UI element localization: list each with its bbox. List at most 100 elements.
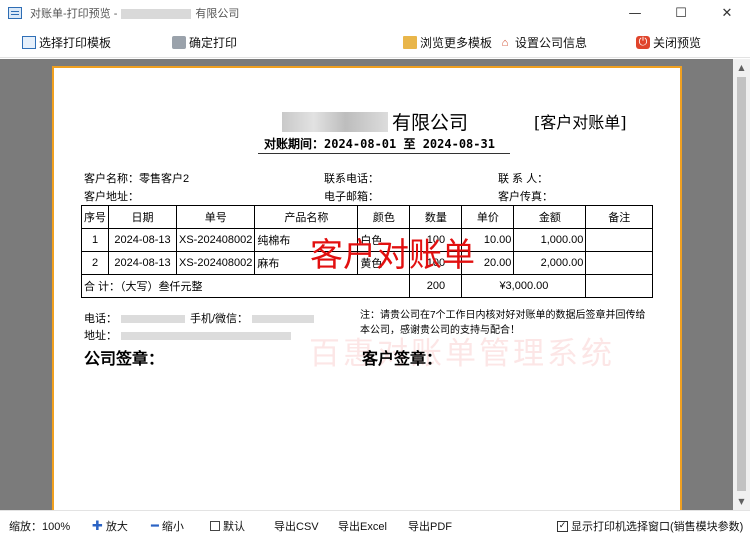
customer-name-value: 零售客户2 bbox=[139, 173, 190, 185]
period-underline bbox=[258, 153, 510, 154]
cell-remark bbox=[585, 228, 653, 252]
confirm-print-button[interactable]: 确定打印 bbox=[172, 34, 237, 51]
footer-address-label: 地址： bbox=[84, 330, 117, 342]
company-info-button[interactable]: ⌂ 设置公司信息 bbox=[498, 34, 587, 51]
cell-amount: 1,000.00 bbox=[513, 228, 587, 252]
window-title-suffix: 有限公司 bbox=[195, 8, 240, 20]
footer-phone-field: 电话： bbox=[84, 310, 185, 326]
window-controls: — ☐ ✕ bbox=[612, 0, 750, 26]
total-remark bbox=[585, 274, 653, 298]
show-printer-dialog-checkbox[interactable]: ✓ 显示打印机选择窗口(销售模块参数) bbox=[557, 518, 743, 534]
total-label: 合 计：（大写）叁仟元整 bbox=[80, 274, 411, 298]
print-page: 有限公司 [客户对账单] 对账期间：2024-08-01 至 2024-08-3… bbox=[52, 66, 682, 510]
scroll-up-arrow-icon[interactable]: ▲ bbox=[733, 59, 750, 76]
show-printer-dialog-label: 显示打印机选择窗口(销售模块参数) bbox=[571, 521, 744, 533]
table-total-row: 合 计：（大写）叁仟元整 200 ¥3,000.00 bbox=[80, 274, 653, 298]
default-zoom-button[interactable]: 默认 bbox=[210, 518, 245, 534]
app-icon bbox=[8, 7, 22, 19]
customer-name-label: 客户名称： bbox=[84, 173, 139, 185]
statement-period: 对账期间：2024-08-01 至 2024-08-31 bbox=[264, 137, 495, 151]
footer-mobile-field: 手机/微信： bbox=[190, 310, 315, 326]
col-header-price: 单价 bbox=[461, 205, 515, 229]
title-bar: 对账单-打印预览 - 有限公司 — ☐ ✕ bbox=[0, 0, 750, 26]
cell-date: 2024-08-13 bbox=[108, 228, 177, 252]
zoom-in-button[interactable]: ✚ 放大 bbox=[92, 518, 128, 534]
default-zoom-label: 默认 bbox=[223, 521, 245, 533]
maximize-button[interactable]: ☐ bbox=[658, 0, 704, 26]
status-bar: 缩放：100% ✚ 放大 ━ 缩小 默认 导出CSV 导出Excel 导出PDF… bbox=[0, 510, 750, 538]
footer-address-redacted bbox=[121, 332, 291, 341]
company-name: 有限公司 bbox=[282, 108, 468, 135]
total-amount: ¥3,000.00 bbox=[461, 274, 587, 298]
scroll-thumb[interactable] bbox=[737, 77, 746, 491]
scroll-down-arrow-icon[interactable]: ▼ bbox=[733, 493, 750, 510]
cell-no: 2 bbox=[81, 251, 109, 275]
col-header-order: 单号 bbox=[175, 205, 256, 229]
cell-no: 1 bbox=[81, 228, 109, 252]
total-qty: 200 bbox=[409, 274, 463, 298]
printer-icon bbox=[172, 36, 186, 49]
zoom-out-button[interactable]: ━ 缩小 bbox=[151, 518, 184, 534]
window-title: 对账单-打印预览 - 有限公司 bbox=[30, 5, 239, 21]
browse-templates-button[interactable]: 浏览更多模板 bbox=[403, 34, 492, 51]
select-template-label: 选择打印模板 bbox=[39, 36, 112, 50]
document-type: [客户对账单] bbox=[534, 113, 627, 132]
template-icon bbox=[22, 36, 36, 49]
zoom-out-label: 缩小 bbox=[161, 521, 184, 533]
vertical-scrollbar[interactable]: ▲ ▼ bbox=[733, 59, 750, 510]
company-name-suffix: 有限公司 bbox=[392, 112, 469, 134]
close-preview-button[interactable]: ⏻ 关闭预览 bbox=[636, 34, 701, 51]
window-title-redacted bbox=[121, 9, 192, 20]
export-excel-button[interactable]: 导出Excel bbox=[338, 518, 387, 534]
select-template-button[interactable]: 选择打印模板 bbox=[22, 34, 111, 51]
footer-phone-redacted bbox=[121, 315, 185, 324]
email-label: 电子邮箱： bbox=[324, 191, 379, 203]
address-label: 客户地址： bbox=[84, 191, 139, 203]
window-title-prefix: 对账单-打印预览 - bbox=[30, 8, 118, 20]
cell-amount: 2,000.00 bbox=[513, 251, 587, 275]
phone-label: 联系电话： bbox=[324, 173, 379, 185]
browse-templates-label: 浏览更多模板 bbox=[420, 36, 493, 50]
company-name-redacted bbox=[282, 112, 388, 132]
footer-mobile-label: 手机/微信： bbox=[190, 313, 249, 325]
close-preview-label: 关闭预览 bbox=[653, 36, 702, 50]
col-header-qty: 数量 bbox=[409, 205, 463, 229]
cell-remark bbox=[585, 251, 653, 275]
minus-icon: ━ bbox=[151, 518, 159, 534]
folder-icon bbox=[403, 36, 417, 49]
fax-label: 客户传真： bbox=[498, 191, 553, 203]
minimize-button[interactable]: — bbox=[612, 0, 658, 26]
col-header-no: 序号 bbox=[81, 205, 109, 229]
footer-address-field: 地址： bbox=[84, 327, 291, 343]
cell-date: 2024-08-13 bbox=[108, 251, 177, 275]
customer-signature: 客户签章： bbox=[362, 349, 443, 368]
close-preview-icon: ⏻ bbox=[636, 36, 650, 49]
zoom-level: 缩放：100% bbox=[9, 521, 71, 533]
cell-order: XS-202408002 bbox=[175, 228, 256, 252]
col-header-product: 产品名称 bbox=[254, 205, 359, 229]
export-pdf-button[interactable]: 导出PDF bbox=[408, 518, 452, 534]
col-header-color: 颜色 bbox=[357, 205, 411, 229]
default-zoom-icon bbox=[210, 521, 220, 531]
customer-name-field: 客户名称：零售客户2 bbox=[84, 170, 189, 186]
preview-area[interactable]: 有限公司 [客户对账单] 对账期间：2024-08-01 至 2024-08-3… bbox=[0, 59, 750, 510]
plus-icon: ✚ bbox=[92, 518, 103, 534]
cell-order: XS-202408002 bbox=[175, 251, 256, 275]
company-signature: 公司签章： bbox=[84, 349, 165, 368]
footer-mobile-redacted bbox=[252, 315, 315, 324]
close-window-button[interactable]: ✕ bbox=[704, 0, 750, 26]
home-icon: ⌂ bbox=[501, 36, 509, 49]
footer-phone-label: 电话： bbox=[84, 313, 117, 325]
zoom-in-label: 放大 bbox=[105, 521, 128, 533]
company-info-label: 设置公司信息 bbox=[515, 36, 588, 50]
checkbox-checked-icon: ✓ bbox=[557, 520, 568, 532]
toolbar: 选择打印模板 确定打印 浏览更多模板 ⌂ 设置公司信息 ⏻ 关闭预览 bbox=[0, 26, 750, 58]
export-csv-button[interactable]: 导出CSV bbox=[274, 518, 319, 534]
confirm-print-label: 确定打印 bbox=[189, 36, 238, 50]
contact-label: 联 系 人： bbox=[498, 173, 549, 185]
col-header-amount: 金额 bbox=[513, 205, 587, 229]
footer-note: 注：请贵公司在7个工作日内核对好对账单的数据后签章并回传给本公司，感谢贵公司的支… bbox=[360, 310, 646, 336]
table-header-row: 序号 日期 单号 产品名称 颜色 数量 单价 金额 备注 bbox=[81, 205, 653, 229]
col-header-date: 日期 bbox=[108, 205, 177, 229]
col-header-remark: 备注 bbox=[585, 205, 653, 229]
